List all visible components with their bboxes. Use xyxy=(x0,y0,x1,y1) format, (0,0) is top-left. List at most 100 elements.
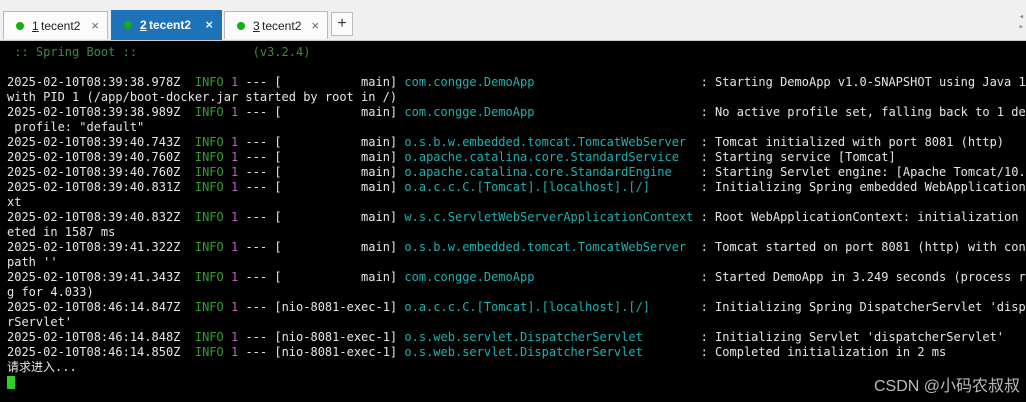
log-message: : Initializing Spring DispatcherServlet … xyxy=(693,300,1026,314)
log-spacer xyxy=(180,150,194,164)
log-spacer xyxy=(224,165,231,179)
log-line: rServlet' xyxy=(7,315,72,330)
log-line: profile: "default" xyxy=(7,120,144,135)
log-timestamp: 2025-02-10T08:39:40.760Z xyxy=(7,150,181,164)
log-line: 2025-02-10T08:39:38.978Z INFO 1 --- [ ma… xyxy=(7,75,1026,90)
log-thread: --- [ main] xyxy=(238,180,405,194)
log-thread: --- [ main] xyxy=(238,270,405,284)
log-logger: o.apache.catalina.core.StandardEngine xyxy=(404,165,694,179)
log-line: with PID 1 (/app/boot-docker.jar started… xyxy=(7,90,397,105)
tab-bar: 1 tecent2 × 2 tecent2 × 3 tecent2 × + ◂ ▸ xyxy=(0,0,1026,41)
log-timestamp: 2025-02-10T08:39:40.743Z xyxy=(7,135,181,149)
log-level: INFO xyxy=(194,270,224,284)
tab-label: tecent2 xyxy=(41,19,81,33)
log-line: xt xyxy=(7,195,21,210)
log-line: 2025-02-10T08:46:14.850Z INFO 1 --- [nio… xyxy=(7,345,946,360)
add-tab-button[interactable]: + xyxy=(331,12,353,36)
log-line: g for 4.033) xyxy=(7,285,94,300)
connected-status-icon xyxy=(16,22,24,30)
log-level: INFO xyxy=(194,240,224,254)
log-message: : Tomcat started on port 8081 (http) wit… xyxy=(693,240,1026,254)
log-logger: o.s.web.servlet.DispatcherServlet xyxy=(404,345,694,359)
log-logger: com.congge.DemoApp xyxy=(404,105,694,119)
log-spacer xyxy=(180,345,194,359)
tab-scroll-arrows-icon[interactable]: ◂ ▸ xyxy=(1019,12,1024,32)
close-tab-icon[interactable]: × xyxy=(91,18,99,33)
log-thread: --- [nio-8081-exec-1] xyxy=(238,330,405,344)
log-thread: --- [ main] xyxy=(238,135,405,149)
log-timestamp: 2025-02-10T08:39:38.978Z xyxy=(7,75,181,89)
log-thread: --- [ main] xyxy=(238,240,405,254)
log-timestamp: 2025-02-10T08:39:38.989Z xyxy=(7,105,181,119)
tab-label: tecent2 xyxy=(149,18,192,32)
log-thread: --- [nio-8081-exec-1] xyxy=(238,345,405,359)
log-message: : Starting Servlet engine: [Apache Tomca… xyxy=(693,165,1026,179)
log-timestamp: 2025-02-10T08:46:14.847Z xyxy=(7,300,181,314)
log-logger: o.s.b.w.embedded.tomcat.TomcatWebServer xyxy=(404,240,694,254)
tab-session-1[interactable]: 1 tecent2 × xyxy=(3,11,108,39)
log-logger: o.apache.catalina.core.StandardService xyxy=(404,150,694,164)
log-message: : Completed initialization in 2 ms xyxy=(693,345,947,359)
connected-status-icon xyxy=(124,21,132,29)
log-spacer xyxy=(180,75,194,89)
log-line: 2025-02-10T08:39:40.831Z INFO 1 --- [ ma… xyxy=(7,180,1026,195)
log-message: : Started DemoApp in 3.249 seconds (proc… xyxy=(693,270,1026,284)
log-level: INFO xyxy=(194,180,224,194)
log-level: INFO xyxy=(194,210,224,224)
log-line: path '' xyxy=(7,255,58,270)
close-tab-icon[interactable]: × xyxy=(205,17,213,32)
log-timestamp: 2025-02-10T08:46:14.850Z xyxy=(7,345,181,359)
log-spacer xyxy=(224,240,231,254)
log-spacer xyxy=(180,135,194,149)
log-line: 2025-02-10T08:39:38.989Z INFO 1 --- [ ma… xyxy=(7,105,1026,120)
log-level: INFO xyxy=(194,300,224,314)
log-continuation: with PID 1 (/app/boot-docker.jar started… xyxy=(7,90,398,104)
log-line: 2025-02-10T08:39:40.760Z INFO 1 --- [ ma… xyxy=(7,150,896,165)
spring-boot-banner: :: Spring Boot :: (v3.2.4) xyxy=(7,45,311,59)
log-thread: --- [nio-8081-exec-1] xyxy=(238,300,405,314)
log-level: INFO xyxy=(194,135,224,149)
tab-number: 3 xyxy=(253,19,260,33)
log-continuation: 请求进入... xyxy=(7,360,77,374)
log-continuation: eted in 1587 ms xyxy=(7,225,116,239)
log-line: 请求进入... xyxy=(7,360,77,375)
tab-number: 2 xyxy=(140,18,147,32)
log-timestamp: 2025-02-10T08:46:14.848Z xyxy=(7,330,181,344)
log-level: INFO xyxy=(194,165,224,179)
log-continuation: xt xyxy=(7,195,22,209)
log-spacer xyxy=(180,165,194,179)
log-spacer xyxy=(224,180,231,194)
log-level: INFO xyxy=(194,75,224,89)
tab-session-3[interactable]: 3 tecent2 × xyxy=(224,11,328,39)
log-line: 2025-02-10T08:39:40.760Z INFO 1 --- [ ma… xyxy=(7,165,1026,180)
log-spacer xyxy=(224,105,231,119)
log-timestamp: 2025-02-10T08:39:40.831Z xyxy=(7,180,181,194)
log-timestamp: 2025-02-10T08:39:40.832Z xyxy=(7,210,181,224)
log-level: INFO xyxy=(194,105,224,119)
log-message: : Root WebApplicationContext: initializa… xyxy=(693,210,1026,224)
connected-status-icon xyxy=(237,22,245,30)
log-logger: o.a.c.c.C.[Tomcat].[localhost].[/] xyxy=(404,180,694,194)
close-tab-icon[interactable]: × xyxy=(311,18,319,33)
log-spacer xyxy=(224,135,231,149)
terminal-output[interactable]: :: Spring Boot :: (v3.2.4) 2025-02-10T08… xyxy=(0,41,1026,402)
log-spacer xyxy=(224,75,231,89)
log-line: 2025-02-10T08:39:41.322Z INFO 1 --- [ ma… xyxy=(7,240,1026,255)
watermark: CSDN @小码农叔叔 xyxy=(873,378,1020,395)
log-logger: com.congge.DemoApp xyxy=(404,75,694,89)
log-timestamp: 2025-02-10T08:39:41.343Z xyxy=(7,270,181,284)
log-logger: o.s.b.w.embedded.tomcat.TomcatWebServer xyxy=(404,135,694,149)
tab-session-2[interactable]: 2 tecent2 × xyxy=(111,10,222,40)
log-spacer xyxy=(180,105,194,119)
log-message: : Tomcat initialized with port 8081 (htt… xyxy=(693,135,1005,149)
log-spacer xyxy=(224,330,231,344)
log-thread: --- [ main] xyxy=(238,210,405,224)
log-line: 2025-02-10T08:39:40.832Z INFO 1 --- [ ma… xyxy=(7,210,1026,225)
log-continuation: path '' xyxy=(7,255,58,269)
log-continuation: rServlet' xyxy=(7,315,73,329)
log-line: 2025-02-10T08:46:14.848Z INFO 1 --- [nio… xyxy=(7,330,1004,345)
log-level: INFO xyxy=(194,150,224,164)
log-level: INFO xyxy=(194,345,224,359)
log-spacer xyxy=(224,345,231,359)
log-continuation: g for 4.033) xyxy=(7,285,94,299)
